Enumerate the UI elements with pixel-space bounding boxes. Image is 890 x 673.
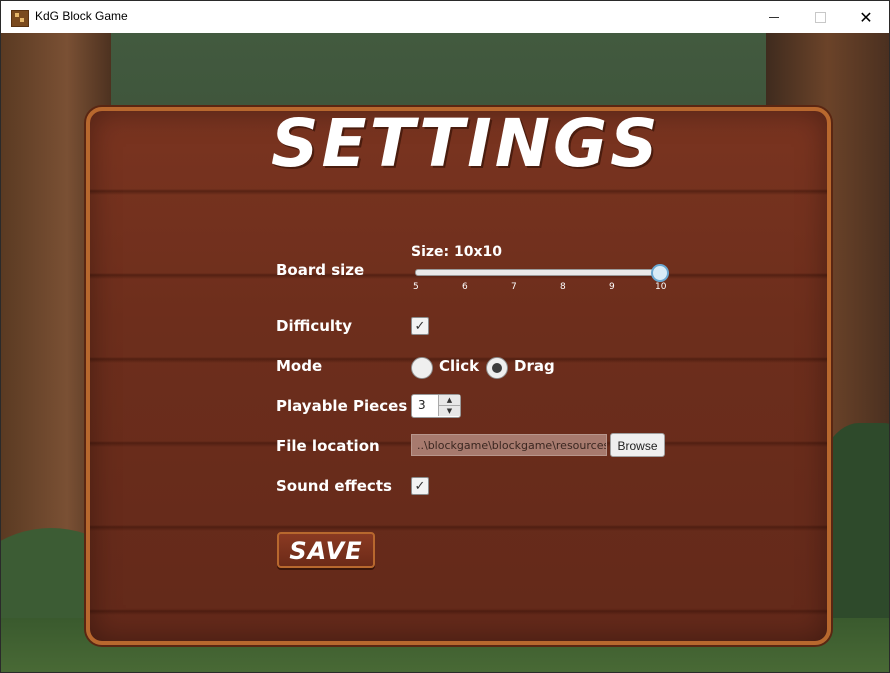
file-location-label: File location [276, 437, 380, 455]
minimize-icon [769, 16, 779, 18]
sound-effects-checkbox[interactable]: ✓ [411, 477, 429, 495]
close-icon: ✕ [859, 7, 873, 27]
radio-selected-dot [492, 363, 502, 373]
spinner-up-button[interactable]: ▲ [438, 395, 460, 406]
browse-button[interactable]: Browse [610, 433, 665, 457]
spinner-down-button[interactable]: ▼ [438, 406, 460, 416]
slider-tick-label: 5 [413, 282, 419, 292]
playable-pieces-spinner[interactable]: 3 ▲ ▼ [411, 394, 461, 418]
slider-tick-label: 8 [560, 282, 566, 292]
maximize-icon [814, 11, 826, 23]
mode-radio-click[interactable] [411, 357, 433, 379]
window-title: KdG Block Game [35, 9, 128, 23]
board-size-slider[interactable] [415, 269, 662, 276]
board-size-value: Size: 10x10 [411, 244, 502, 260]
mode-radio-click-label[interactable]: Click [439, 357, 479, 375]
caret-down-icon: ▼ [446, 407, 453, 415]
app-icon [11, 10, 29, 27]
check-icon: ✓ [414, 478, 426, 494]
slider-tick-label: 10 [655, 282, 667, 292]
slider-tick-label: 9 [609, 282, 615, 292]
settings-heading: SETTINGS [271, 105, 661, 182]
playable-pieces-label: Playable Pieces [276, 397, 408, 415]
mode-label: Mode [276, 357, 323, 375]
slider-tick-label: 7 [511, 282, 517, 292]
difficulty-label: Difficulty [276, 317, 352, 335]
title-bar: KdG Block Game ✕ [1, 1, 889, 33]
caret-up-icon: ▲ [446, 396, 453, 404]
minimize-button[interactable] [751, 1, 797, 33]
settings-board [86, 107, 831, 645]
check-icon: ✓ [414, 318, 426, 334]
board-size-slider-thumb[interactable] [651, 264, 669, 282]
mode-radio-drag[interactable] [486, 357, 508, 379]
playable-pieces-value[interactable]: 3 [418, 398, 426, 412]
board-size-label: Board size [276, 261, 365, 279]
mode-radio-drag-label[interactable]: Drag [514, 357, 555, 375]
difficulty-checkbox[interactable]: ✓ [411, 317, 429, 335]
slider-tick-label: 6 [462, 282, 468, 292]
sound-effects-label: Sound effects [276, 477, 392, 495]
close-button[interactable]: ✕ [843, 1, 889, 33]
app-window: KdG Block Game ✕ SETTINGS Board size Siz… [0, 0, 890, 673]
file-location-field[interactable]: ..\blockgame\blockgame\resources [411, 434, 607, 456]
maximize-button[interactable] [797, 1, 843, 33]
save-button[interactable]: SAVE [277, 532, 375, 568]
